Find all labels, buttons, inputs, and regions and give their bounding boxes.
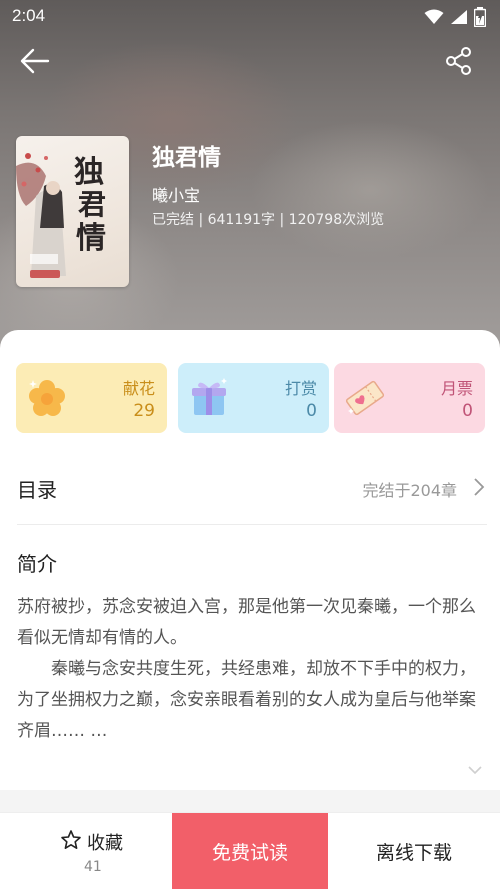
star-icon [61, 830, 81, 849]
chevron-down-icon[interactable] [466, 764, 484, 776]
signal-icon [451, 10, 467, 24]
monthly-ticket-label: 月票 [440, 379, 473, 398]
gift-icon [192, 378, 227, 415]
reward-count: 0 [306, 401, 317, 421]
chevron-right-icon [474, 478, 485, 496]
gift-card[interactable]: 打赏 0 [178, 363, 329, 433]
flower-count: 29 [133, 401, 155, 421]
book-meta: 已完结 | 641191字 | 120798次浏览 [152, 212, 385, 228]
status-bar: 2:04 [0, 0, 500, 34]
intro-paragraph-1: 苏府被抄，苏念安被迫入宫，那是他第一次见秦曦，一个那么看似无情却有情的人。 [17, 597, 476, 648]
share-icon[interactable] [444, 46, 474, 76]
intro-text: 苏府被抄，苏念安被迫入宫，那是他第一次见秦曦，一个那么看似无情却有情的人。 秦曦… [17, 592, 487, 747]
offline-download-button[interactable]: 离线下载 [328, 813, 500, 889]
battery-icon [474, 7, 486, 27]
monthly-ticket-count: 0 [462, 401, 473, 421]
status-time: 2:04 [12, 6, 46, 25]
reward-label: 打赏 [284, 379, 317, 398]
table-of-contents-row[interactable]: 目录 完结于204章 [0, 450, 500, 522]
ticket-icon [345, 380, 385, 416]
free-read-button[interactable]: 免费试读 [172, 813, 328, 889]
cover-art: 独 君 情 [16, 153, 106, 278]
bottom-action-bar: 收藏 41 免费试读 离线下载 [0, 812, 500, 889]
flower-card[interactable]: 献花 29 [16, 363, 167, 433]
book-title: 独君情 [152, 145, 221, 171]
svg-text:君: 君 [78, 188, 106, 221]
toc-title: 目录 [17, 478, 57, 502]
ticket-card[interactable]: 月票 0 [334, 363, 485, 433]
back-arrow-icon[interactable] [18, 44, 52, 78]
svg-text:独: 独 [74, 155, 104, 190]
section-separator [0, 790, 500, 812]
flower-icon [29, 380, 65, 416]
favorite-button[interactable]: 收藏 41 [0, 813, 172, 889]
favorite-count: 41 [84, 859, 102, 875]
flower-label: 献花 [122, 379, 155, 398]
toc-status: 完结于204章 [362, 481, 457, 500]
intro-title: 简介 [17, 552, 57, 576]
svg-text:情: 情 [76, 221, 106, 256]
divider [17, 524, 487, 525]
wifi-icon [424, 9, 444, 24]
intro-paragraph-2: 秦曦与念安共度生死，共经患难，却放不下手中的权力，为了坐拥权力之巅，念安亲眼看着… [17, 659, 476, 741]
detail-sheet: 献花 29 打赏 0 月票 0 目录 完结于204章 简介 苏府被抄，苏念安被迫… [0, 330, 500, 820]
book-author[interactable]: 曦小宝 [152, 182, 200, 206]
favorite-label: 收藏 [87, 833, 123, 854]
book-cover[interactable]: 独 君 情 [16, 136, 129, 287]
